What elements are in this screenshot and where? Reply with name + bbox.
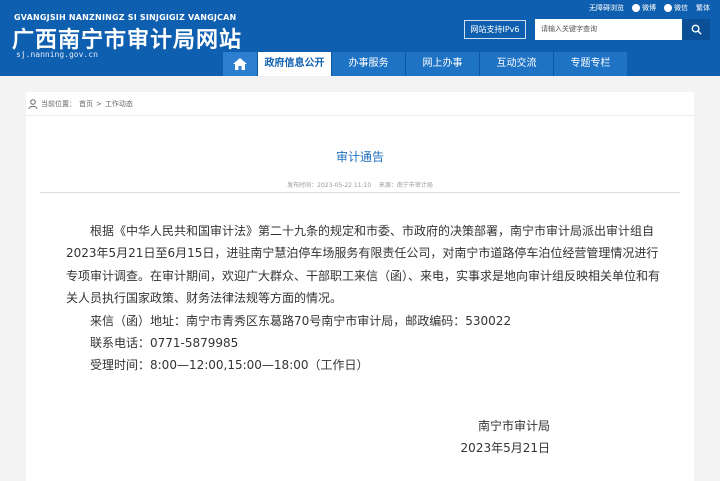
breadcrumb: 当前位置： 首页 > 工作动态 [26, 92, 694, 116]
user-location-icon [28, 98, 38, 109]
home-icon [233, 58, 247, 70]
nav-item-interaction[interactable]: 互动交流 [479, 52, 553, 76]
article-paragraph: 根据《中华人民共和国审计法》第二十九条的规定和市委、市政府的决策部署，南宁市审计… [66, 224, 661, 306]
breadcrumb-home-link[interactable]: 首页 [79, 99, 93, 109]
breadcrumb-section-link[interactable]: 工作动态 [105, 99, 133, 109]
address-line: 来信（函）地址：南宁市青秀区东葛路70号南宁市审计局，邮政编码：530022 [90, 313, 512, 328]
search-box [535, 19, 710, 40]
site-header: GVANGJSIH NANZNINGZ SI SINJGIGIZ VANGJCA… [0, 0, 720, 76]
nav-item-online[interactable]: 网上办事 [405, 52, 479, 76]
article-meta: 发布时间：2023-05-22 11:10 来源：南宁市审计局 [40, 180, 680, 193]
article-signature-block: 南宁市审计局 2023年5月21日 [26, 415, 550, 459]
nav-item-topics[interactable]: 专题专栏 [553, 52, 627, 76]
content-panel: 当前位置： 首页 > 工作动态 审计通告 发布时间：2023-05-22 11:… [26, 92, 694, 481]
wechat-label: 微信 [674, 4, 688, 12]
weibo-link[interactable]: 微博 [632, 3, 656, 13]
weibo-label: 微博 [642, 4, 656, 12]
site-domain: sj.nanning.gov.cn [16, 50, 98, 59]
top-links: 无障碍浏览 微博 微信 繁体 [589, 3, 710, 13]
article-title: 审计通告 [335, 150, 384, 164]
accessibility-link[interactable]: 无障碍浏览 [589, 3, 624, 13]
nav-home-button[interactable] [223, 52, 257, 76]
traditional-chinese-link[interactable]: 繁体 [696, 3, 710, 13]
breadcrumb-separator: > [96, 99, 102, 108]
breadcrumb-label: 当前位置： [41, 99, 76, 108]
nav-item-gov-info[interactable]: 政府信息公开 [257, 52, 331, 76]
hours-line: 受理时间：8:00—12:00,15:00—18:00（工作日） [90, 358, 369, 373]
nav-item-services[interactable]: 办事服务 [331, 52, 405, 76]
wechat-link[interactable]: 微信 [664, 3, 688, 13]
signature-org: 南宁市审计局 [477, 419, 550, 433]
published-time: 2023-05-22 11:10 [317, 182, 372, 189]
search-icon [691, 24, 702, 35]
phone-line: 联系电话：0771-5879985 [90, 336, 239, 351]
wechat-icon [664, 4, 672, 12]
search-input[interactable] [535, 19, 682, 40]
article-body: 根据《中华人民共和国审计法》第二十九条的规定和市委、市政府的决策部署，南宁市审计… [66, 220, 670, 377]
ipv6-badge: 网站支持IPv6 [464, 20, 526, 39]
main-nav: 政府信息公开 办事服务 网上办事 互动交流 专题专栏 [223, 52, 627, 76]
source-value: 南宁市审计局 [396, 182, 433, 189]
source-label: 来源： [378, 182, 397, 189]
search-button[interactable] [682, 19, 710, 40]
published-label: 发布时间： [287, 182, 318, 189]
weibo-icon [632, 4, 640, 12]
site-pinyin: GVANGJSIH NANZNINGZ SI SINJGIGIZ VANGJCA… [14, 13, 237, 22]
signature-date: 2023年5月21日 [460, 441, 550, 455]
